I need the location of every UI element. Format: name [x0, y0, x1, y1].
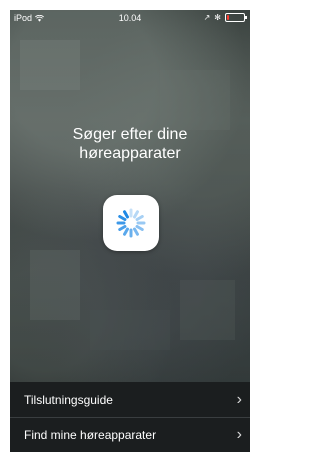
spinner-icon [116, 208, 146, 238]
menu-item-label: Tilslutningsguide [24, 392, 113, 407]
spinner-tick [133, 227, 139, 236]
searching-message-line1: Søger efter dine [72, 126, 188, 143]
battery-level [227, 15, 229, 20]
menu-item-find-hearing-aids[interactable]: Find mine høreapparater › [10, 417, 250, 452]
bottom-menu: Tilslutningsguide › Find mine høreappara… [10, 382, 250, 452]
spinner-tick [133, 210, 139, 219]
spinner-tick [118, 215, 127, 221]
menu-item-label: Find mine høreapparater [24, 428, 157, 442]
spinner-tick [123, 227, 129, 236]
battery-icon [225, 13, 247, 22]
chevron-right-icon: › [236, 390, 242, 408]
menu-item-connection-guide[interactable]: Tilslutningsguide › [10, 382, 250, 417]
status-right: ↗ ✻ [203, 13, 247, 22]
spinner-tick [135, 225, 144, 231]
bluetooth-icon: ✻ [214, 13, 221, 22]
spinner-tick [135, 215, 144, 221]
location-arrow-icon: ↗ [203, 13, 211, 22]
chevron-right-icon: › [236, 426, 242, 443]
searching-message-line2: høreapparater [79, 145, 181, 162]
loading-spinner [103, 195, 159, 251]
searching-message: Søger efter dine høreapparater [10, 125, 250, 163]
spinner-tick [118, 225, 127, 231]
status-bar: iPod 10.04 ↗ ✻ [10, 10, 250, 26]
app-screen: iPod 10.04 ↗ ✻ Søger efter dine høreappa… [10, 10, 250, 452]
spinner-tick [123, 210, 129, 219]
